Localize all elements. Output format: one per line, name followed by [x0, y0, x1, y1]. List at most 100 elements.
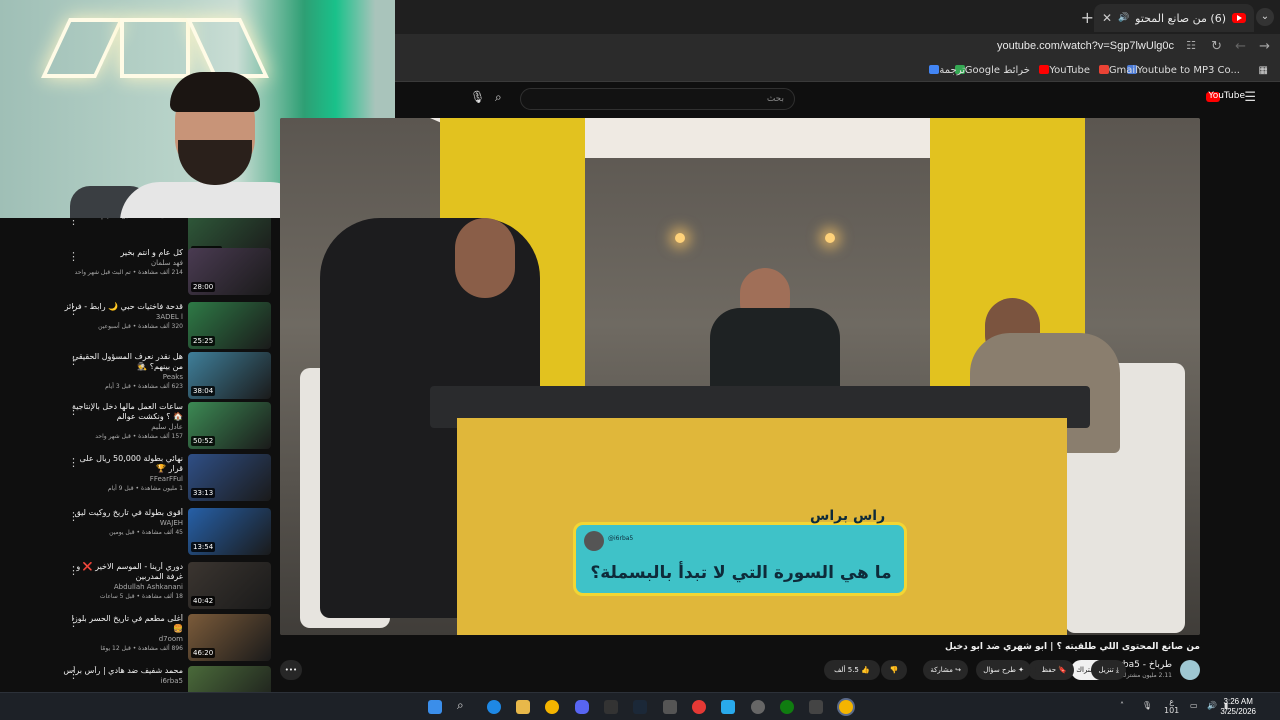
- video-item-channel[interactable]: فهد سلمان: [63, 258, 183, 268]
- settings-icon[interactable]: [751, 700, 765, 714]
- clock[interactable]: 3:26 AM 3/25/2026: [1220, 697, 1256, 717]
- related-video-item[interactable]: 25:25 قدحة فاختيات حبي 🌙 رابط - فرائز 3ADE…: [62, 302, 280, 354]
- language-indicator[interactable]: ع 101: [1164, 697, 1179, 715]
- more-options-icon[interactable]: ⋮: [68, 304, 79, 317]
- reload-button[interactable]: ↻: [1211, 39, 1222, 54]
- video-item-channel[interactable]: WAJEH: [63, 518, 183, 528]
- ask-button[interactable]: ✦ طرح سؤال: [976, 660, 1031, 680]
- more-actions-button[interactable]: •••: [280, 660, 302, 680]
- chrome-active-icon[interactable]: [839, 700, 853, 714]
- bookmark-yt-mp3[interactable]: Youtube to MP3 Co...: [1123, 65, 1240, 76]
- channel-avatar[interactable]: [1180, 660, 1200, 680]
- video-thumbnail[interactable]: 40:42: [188, 562, 271, 609]
- share-button[interactable]: ↪ مشاركة: [923, 660, 968, 680]
- telegram-icon[interactable]: [721, 700, 735, 714]
- video-item-title[interactable]: أغلى مطعم في تاريخ الحسر بلوزا 🍔: [63, 614, 183, 634]
- more-options-icon[interactable]: ⋮: [68, 250, 79, 263]
- video-thumbnail[interactable]: [188, 666, 271, 692]
- more-options-icon[interactable]: ⋮: [68, 404, 79, 417]
- video-thumbnail[interactable]: 28:00: [188, 248, 271, 295]
- video-item-channel[interactable]: 3ADEL l: [63, 312, 183, 322]
- more-options-icon[interactable]: ⋮: [68, 510, 79, 523]
- video-thumbnail[interactable]: 50:52: [188, 402, 271, 449]
- tab-youtube-video[interactable]: (6) من صانع المحتوى اللي طا 🔊 ✕: [1094, 4, 1254, 32]
- file-explorer-icon[interactable]: [516, 700, 530, 714]
- more-options-icon[interactable]: ⋮: [68, 668, 79, 681]
- video-item-channel[interactable]: i6rba5: [63, 676, 183, 686]
- tray-overflow-icon[interactable]: ˄: [1120, 701, 1124, 710]
- more-options-icon[interactable]: ⋮: [68, 354, 79, 367]
- video-thumbnail[interactable]: 25:25: [188, 302, 271, 349]
- start-icon[interactable]: [428, 700, 442, 714]
- xbox-icon[interactable]: [780, 700, 794, 714]
- show-logo: راس براس: [810, 508, 886, 524]
- dislike-button[interactable]: 👎: [881, 660, 907, 680]
- download-button[interactable]: ⤓ تنزيل: [1091, 660, 1126, 680]
- video-item-title[interactable]: كل عام و انتم بخير: [63, 248, 183, 258]
- related-video-item[interactable]: 33:13 نهائي بطولة 50,000 ريال على قرار 🏆 F…: [62, 454, 280, 506]
- epic-games-icon[interactable]: [604, 700, 618, 714]
- chrome-icon[interactable]: [545, 700, 559, 714]
- app-icon[interactable]: [663, 700, 677, 714]
- video-item-channel[interactable]: Peaks: [63, 372, 183, 382]
- more-options-icon[interactable]: ⋮: [68, 616, 79, 629]
- discord-icon[interactable]: [575, 700, 589, 714]
- mic-tray-icon[interactable]: 🎙: [1142, 701, 1152, 710]
- related-video-item[interactable]: 28:00 كل عام و انتم بخير فهد سلمان 214 ألف …: [62, 248, 280, 300]
- bookmark-label: Youtube to MP3 Co...: [1136, 65, 1240, 76]
- edge-icon[interactable]: [487, 700, 501, 714]
- video-item-stats: 45 ألف مشاهدة • قبل يومين: [109, 529, 183, 536]
- media-app-icon[interactable]: [692, 700, 706, 714]
- video-item-title[interactable]: قدحة فاختيات حبي 🌙 رابط - فرائز: [63, 302, 183, 312]
- video-item-channel[interactable]: Abdullah Ashkanani: [63, 582, 183, 592]
- video-player[interactable]: @i6rba5 ما هي السورة التي لا تبدأ بالبسم…: [280, 118, 1200, 635]
- video-thumbnail[interactable]: 13:54: [188, 508, 271, 555]
- bookmark-gmail[interactable]: Gmail: [1095, 65, 1138, 76]
- menu-icon[interactable]: ☰: [1244, 90, 1256, 105]
- bookmark-youtube[interactable]: YouTube: [1035, 65, 1090, 76]
- video-item-title[interactable]: هل نقدر نعرف المسؤول الحقيقي من بينهم؟ 🕵…: [63, 352, 183, 372]
- video-item-title[interactable]: دوري أرينا - الموسم الاخير ❌ و غرفة المد…: [63, 562, 183, 582]
- new-tab-button[interactable]: +: [1081, 8, 1094, 27]
- volume-icon[interactable]: 🔊: [1207, 701, 1217, 710]
- back-button[interactable]: →: [1259, 39, 1270, 54]
- save-button[interactable]: 🔖 حفظ: [1034, 660, 1074, 680]
- steam-icon[interactable]: [633, 700, 647, 714]
- person-center: [710, 308, 840, 398]
- close-tab-icon[interactable]: ✕: [1102, 11, 1112, 25]
- site-settings-icon[interactable]: ☷: [1186, 39, 1196, 52]
- video-thumbnail[interactable]: 33:13: [188, 454, 271, 501]
- more-options-icon[interactable]: ⋮: [68, 218, 79, 227]
- search-icon[interactable]: ⌕: [495, 90, 502, 105]
- related-video-item[interactable]: 38:04 هل نقدر نعرف المسؤول الحقيقي من بين…: [62, 352, 280, 404]
- video-item-channel[interactable]: FFearFFul: [63, 474, 183, 484]
- video-item-title[interactable]: نهائي بطولة 50,000 ريال على قرار 🏆: [63, 454, 184, 474]
- url-field[interactable]: youtube.com/watch?v=Sgp7lwUlg0c: [997, 40, 1174, 52]
- related-video-item[interactable]: 50:52 ساعات العمل مالها دخل بالإنتاجية 🏠 …: [62, 402, 280, 454]
- video-item-title[interactable]: ساعات العمل مالها دخل بالإنتاجية 🏠 ؟ ونك…: [63, 402, 183, 422]
- video-thumbnail[interactable]: 46:20: [188, 614, 271, 661]
- search-input[interactable]: بحث: [520, 88, 795, 110]
- related-video-item[interactable]: 46:20 أغلى مطعم في تاريخ الحسر بلوزا 🍔 d7o…: [62, 614, 280, 666]
- video-item-title[interactable]: أقوى بطولة في تاريخ روكيت ليق: [63, 508, 183, 518]
- bookmark-translate[interactable]: ترجمة: [925, 65, 965, 76]
- app-icon[interactable]: [809, 700, 823, 714]
- video-meta: دوري أرينا - الموسم الاخير ❌ و غرفة المد…: [63, 562, 183, 601]
- microphone-icon[interactable]: 🎙: [470, 90, 485, 104]
- video-item-channel[interactable]: عادل سليم: [63, 422, 183, 432]
- like-button[interactable]: 👍 5.5 ألف: [824, 660, 880, 680]
- forward-button[interactable]: ←: [1235, 39, 1246, 54]
- search-icon[interactable]: ⌕: [457, 698, 471, 712]
- related-video-item[interactable]: 13:54 أقوى بطولة في تاريخ روكيت ليق WAJEH 4…: [62, 508, 280, 560]
- more-options-icon[interactable]: ⋮: [68, 456, 79, 469]
- related-video-item[interactable]: 40:42 دوري أرينا - الموسم الاخير ❌ و غرفة…: [62, 562, 280, 614]
- video-thumbnail[interactable]: 38:04: [188, 352, 271, 399]
- tab-search-button[interactable]: ⌄: [1256, 8, 1274, 26]
- video-item-stats: 157 ألف مشاهدة • قبل شهر واحد: [95, 433, 183, 440]
- video-item-channel[interactable]: d7oom: [63, 634, 183, 644]
- more-options-icon[interactable]: ⋮: [68, 564, 79, 577]
- video-item-title[interactable]: محمد شفيف ضد هادي | رأس برأس: [63, 666, 183, 676]
- network-icon[interactable]: ▭: [1190, 701, 1198, 710]
- related-video-item[interactable]: محمد شفيف ضد هادي | رأس برأس i6rba5 ⋮: [62, 666, 280, 692]
- bookmarks-overflow-icon[interactable]: ▦: [1259, 65, 1268, 76]
